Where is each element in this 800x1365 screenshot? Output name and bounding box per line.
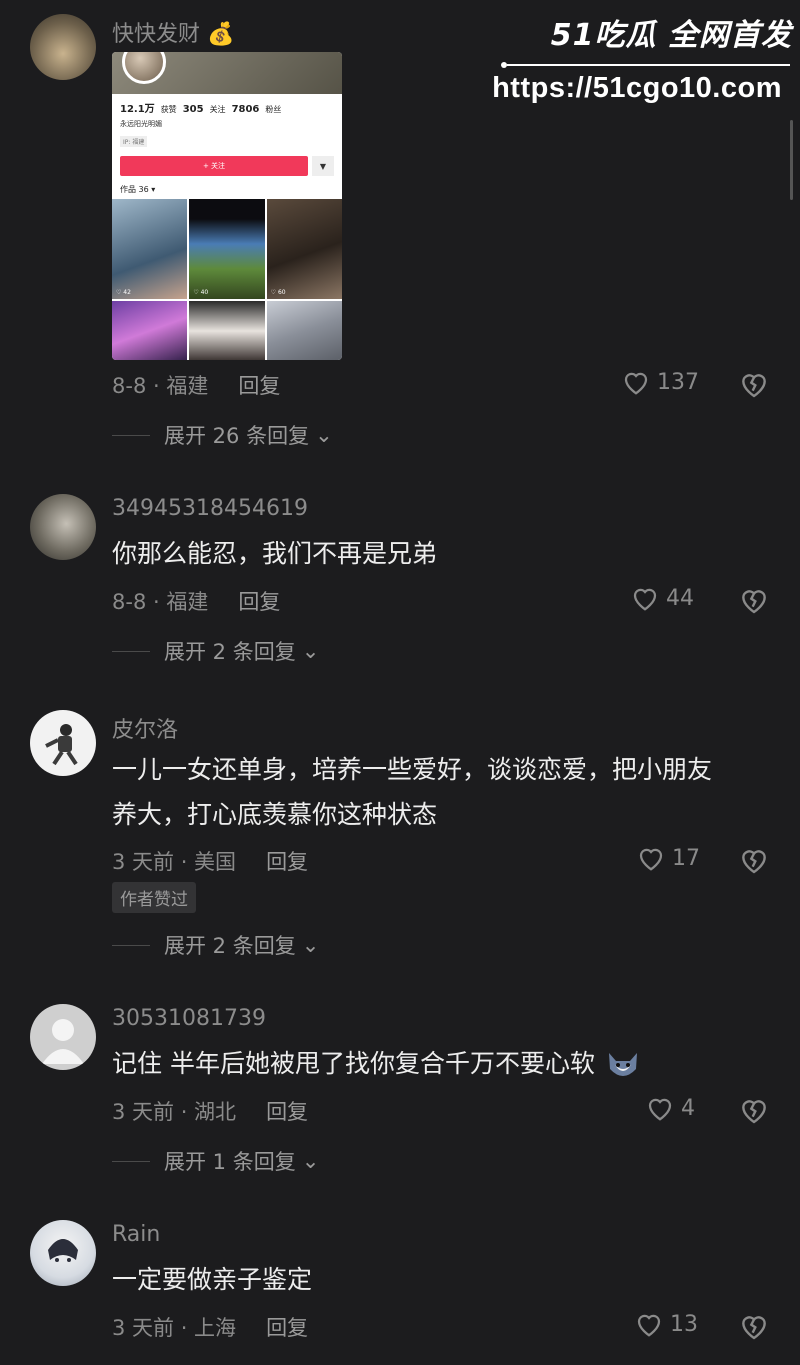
username[interactable]: 34945318454619 [112,496,308,521]
image-thumbnail: ♡ 60 [266,199,342,299]
heart-icon [639,848,663,871]
expand-replies-button[interactable]: 展开 2 条回复 ⌄ [112,636,319,666]
comment-text-line: 养大，打心底羡慕你这种状态 [112,800,438,829]
comment-meta: 3 天前 · 美国 回复 [112,846,308,876]
comment-text: 记住 半年后她被甩了找你复合千万不要心软 [112,1041,641,1087]
comment-date-location: 3 天前 · 美国 [112,850,237,874]
image-thumbnail [189,301,265,360]
author-liked-badge: 作者赞过 [112,882,196,913]
divider [112,434,150,436]
image-profile-ip: IP: 福建 [120,136,148,147]
like-button[interactable]: 13 [634,1310,698,1338]
like-count: 44 [666,585,694,611]
chevron-down-icon: ⌄ [315,423,333,447]
divider [112,1160,150,1162]
husky-emoji-icon [608,1053,637,1076]
image-thumbnail: ♡ 42 [112,199,188,299]
dislike-broken-heart-icon[interactable] [738,1311,770,1341]
reply-button[interactable]: 回复 [238,586,280,616]
dislike-broken-heart-icon[interactable] [738,845,770,875]
reply-button[interactable]: 回复 [266,1312,308,1342]
dislike-broken-heart-icon[interactable] [738,369,770,399]
heart-icon [633,588,657,611]
watermark-url: https://51cgo10.com [492,72,782,104]
image-works-tab: 作品 36 ▾ [120,185,156,194]
divider [112,944,150,946]
dislike-broken-heart-icon[interactable] [738,585,770,615]
comment-text: 一定要做亲子鉴定 [112,1265,313,1294]
comment-meta: 8-8 · 福建 回复 [112,586,280,616]
image-profile-bio: 永远阳光明媚 [120,120,162,128]
expand-replies-button[interactable]: 展开 26 条回复 ⌄ [112,420,333,450]
heart-icon [624,372,648,395]
avatar[interactable] [30,1220,96,1286]
username[interactable]: 快快发财 💰 [112,16,234,48]
expand-replies-button[interactable]: 展开 1 条回复 ⌄ [112,1146,319,1176]
username[interactable]: 30531081739 [112,1006,266,1031]
image-video-grid: ♡ 42 ♡ 40 ♡ 60 [112,199,342,360]
image-profile-stats: 12.1万 获赞 305 关注 7806 粉丝 [120,104,282,115]
avatar[interactable] [30,14,96,80]
comment-meta: 8-8 · 福建 回复 [112,370,280,400]
like-count: 17 [672,845,700,871]
avatar-figure-icon [45,724,78,766]
comment-meta: 3 天前 · 湖北 回复 [112,1096,308,1126]
image-thumbnail [266,301,342,360]
avatar-anime-icon [48,1239,78,1262]
image-thumbnail [112,301,188,360]
heart-icon [637,1314,661,1337]
comment-text: 你那么能忍，我们不再是兄弟 [112,539,438,568]
comment-date-location: 8-8 · 福建 [112,590,209,614]
chevron-down-icon: ⌄ [301,639,320,663]
image-profile-avatar [122,52,166,84]
comment-date-location: 3 天前 · 上海 [112,1316,237,1340]
like-count: 13 [670,1311,698,1337]
watermark-circuit-line [501,62,790,68]
default-user-icon [42,1019,84,1064]
comment-image[interactable]: 12.1万 获赞 305 关注 7806 粉丝 永远阳光明媚 IP: 福建 + 关注 … [112,52,342,360]
image-thumbnail: ♡ 40 [189,199,265,299]
image-profile-header [112,52,342,94]
like-button[interactable]: 44 [630,584,694,612]
avatar[interactable] [30,1004,96,1070]
divider [112,650,150,652]
like-button[interactable]: 137 [621,368,699,396]
dislike-broken-heart-icon[interactable] [738,1095,770,1125]
expand-replies-button[interactable]: 展开 2 条回复 ⌄ [112,930,319,960]
comment-text-line: 一儿一女还单身，培养一些爱好，谈谈恋爱，把小朋友 [112,755,713,784]
chevron-down-icon: ⌄ [301,933,320,957]
image-follow-button: + 关注 [120,156,308,176]
avatar[interactable] [30,710,96,776]
watermark-brand: 51吃瓜 全网首发 [550,18,792,53]
comment-date-location: 8-8 · 福建 [112,374,209,398]
username[interactable]: Rain [112,1222,160,1247]
like-count: 137 [657,369,699,395]
image-follow-row: + 关注 ▼ [120,156,334,176]
avatar[interactable] [30,494,96,560]
comment-date-location: 3 天前 · 湖北 [112,1100,237,1124]
image-dropdown-icon: ▼ [312,156,334,176]
like-count: 4 [681,1095,695,1121]
reply-button[interactable]: 回复 [238,370,280,400]
reply-button[interactable]: 回复 [266,1096,308,1126]
watermark: 51吃瓜 全网首发 https://51cgo10.com [492,10,800,110]
reply-button[interactable]: 回复 [266,846,308,876]
chevron-down-icon: ⌄ [301,1149,320,1173]
scrollbar[interactable] [790,120,793,200]
like-button[interactable]: 4 [645,1094,695,1122]
heart-icon [648,1098,672,1121]
username[interactable]: 皮尔洛 [112,712,178,744]
comment-meta: 3 天前 · 上海 回复 [112,1312,308,1342]
like-button[interactable]: 17 [636,844,700,872]
